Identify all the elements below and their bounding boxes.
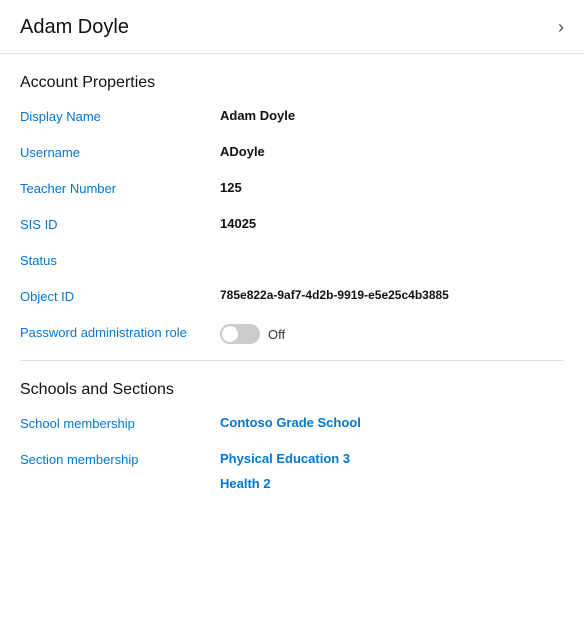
display-name-row: Display Name Adam Doyle [20,108,564,130]
schools-sections-section: Schools and Sections School membership C… [0,361,584,491]
password-admin-toggle-container: Off [220,324,285,344]
password-admin-toggle-label: Off [268,327,285,342]
section-membership-values: Physical Education 3 Health 2 [220,451,350,491]
school-membership-label: School membership [20,415,220,431]
section-membership-value-0[interactable]: Physical Education 3 [220,451,350,466]
status-row: Status [20,252,564,274]
password-admin-row: Password administration role Off [20,324,564,346]
account-properties-section: Account Properties Display Name Adam Doy… [0,54,584,346]
sis-id-row: SIS ID 14025 [20,216,564,238]
username-row: Username ADoyle [20,144,564,166]
school-membership-row: School membership Contoso Grade School [20,415,564,437]
sis-id-value: 14025 [220,216,256,231]
display-name-value: Adam Doyle [220,108,295,123]
sis-id-label: SIS ID [20,216,220,232]
page-title: Adam Doyle [20,16,129,39]
account-properties-title: Account Properties [20,74,564,92]
object-id-label: Object ID [20,288,220,304]
display-name-label: Display Name [20,108,220,124]
section-membership-value-1[interactable]: Health 2 [220,476,350,491]
section-membership-label: Section membership [20,451,220,467]
teacher-number-label: Teacher Number [20,180,220,196]
object-id-value: 785e822a-9af7-4d2b-9919-e5e25c4b3885 [220,288,449,302]
username-label: Username [20,144,220,160]
section-membership-row: Section membership Physical Education 3 … [20,451,564,491]
page-header: Adam Doyle › [0,0,584,54]
status-label: Status [20,252,220,268]
object-id-row: Object ID 785e822a-9af7-4d2b-9919-e5e25c… [20,288,564,310]
schools-sections-title: Schools and Sections [20,381,564,399]
teacher-number-value: 125 [220,180,242,195]
password-admin-label: Password administration role [20,324,220,340]
username-value: ADoyle [220,144,265,159]
teacher-number-row: Teacher Number 125 [20,180,564,202]
chevron-right-icon[interactable]: › [558,17,564,38]
school-membership-value[interactable]: Contoso Grade School [220,415,361,430]
password-admin-toggle[interactable] [220,324,260,344]
